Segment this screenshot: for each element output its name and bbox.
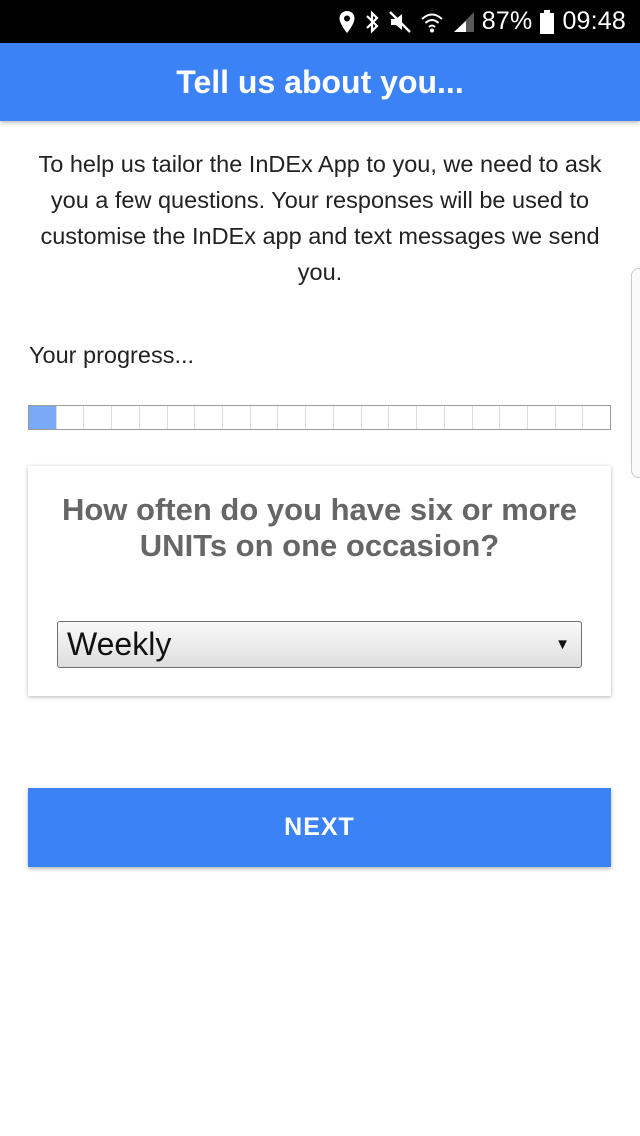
next-button[interactable]: NEXT (28, 788, 611, 867)
progress-segment (223, 406, 251, 429)
question-card: How often do you have six or more UNITs … (28, 466, 611, 696)
progress-segment (583, 406, 610, 429)
battery-icon (540, 9, 555, 34)
select-value: Weekly (67, 626, 172, 662)
progress-segment (528, 406, 556, 429)
progress-segment (445, 406, 473, 429)
progress-segment (195, 406, 224, 429)
progress-segment (362, 406, 390, 429)
wifi-icon (420, 11, 444, 33)
location-icon (338, 10, 356, 34)
progress-segment (251, 406, 279, 429)
battery-percent: 87% (481, 7, 533, 35)
progress-segment (29, 406, 57, 429)
signal-icon (452, 11, 476, 33)
progress-segment (140, 406, 168, 429)
edge-panel-handle[interactable] (631, 268, 640, 478)
progress-segment (168, 406, 196, 429)
question-text: How often do you have six or more UNITs … (61, 492, 578, 563)
progress-segment (389, 406, 418, 429)
dropdown-arrow-icon: ▼ (555, 636, 570, 653)
progress-segment (334, 406, 362, 429)
progress-segment (278, 406, 307, 429)
progress-segment (473, 406, 501, 429)
progress-segment (500, 406, 528, 429)
mute-icon (388, 10, 412, 34)
progress-bar (28, 405, 611, 430)
page-title: Tell us about you... (176, 63, 464, 100)
progress-segment (84, 406, 113, 429)
bluetooth-icon (364, 9, 380, 34)
progress-segment (306, 406, 334, 429)
progress-segment (57, 406, 85, 429)
progress-label: Your progress... (29, 342, 195, 368)
app-header: Tell us about you... (0, 43, 640, 121)
frequency-select[interactable]: Weekly ▼ (57, 621, 582, 668)
progress-segment (556, 406, 584, 429)
clock: 09:48 (562, 7, 626, 35)
status-bar: 87% 09:48 (0, 0, 640, 43)
progress-segment (417, 406, 445, 429)
intro-text: To help us tailor the InDEx App to you, … (38, 151, 602, 285)
progress-segment (112, 406, 140, 429)
